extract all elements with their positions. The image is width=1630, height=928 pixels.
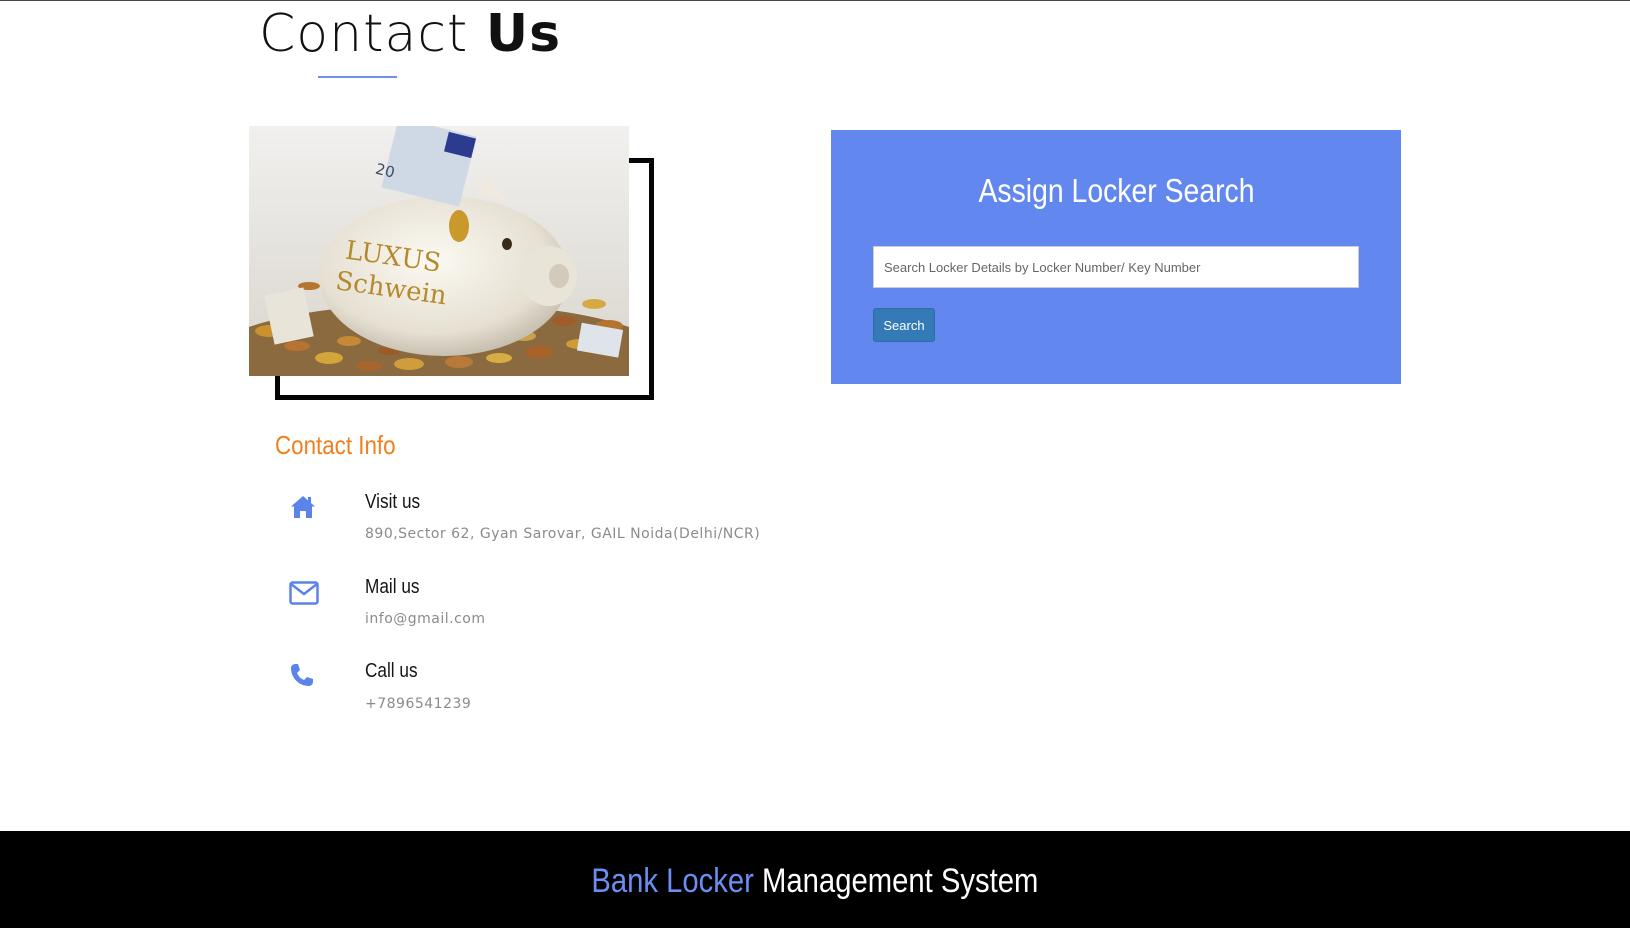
call-us-phone: +7896541239 [365,696,472,712]
visit-us-address: 890,Sector 62, Gyan Sarovar, GAIL Noida(… [365,526,761,542]
footer-brand-main: Management System [762,862,1039,900]
page-title-bold: Us [485,4,562,64]
search-panel-title: Assign Locker Search [831,172,1401,210]
mail-us-email: info@gmail.com [365,611,486,627]
mail-us-label: Mail us [365,576,420,598]
page-title-light: Contact [259,4,469,64]
top-border [0,0,1630,1]
title-underline [318,76,397,78]
contact-info-heading: Contact Info [275,430,396,460]
call-us-label: Call us [365,660,418,682]
piggy-bank-image: 20 LUXUS Schwein [249,126,629,376]
phone-icon [289,662,319,690]
search-panel-title-text: Assign Locker Search [977,172,1255,209]
assign-locker-search-panel: Assign Locker Search Search [831,130,1401,384]
footer: Bank Locker Management System [0,831,1630,928]
search-button[interactable]: Search [873,308,935,342]
home-icon [289,494,319,522]
footer-brand-accent: Bank Locker [591,862,755,900]
mail-icon [289,581,319,609]
footer-brand: Bank Locker Management System [0,861,1630,901]
visit-us-label: Visit us [365,491,421,513]
locker-search-input[interactable] [873,246,1359,288]
page-title: Contact Us [259,2,561,66]
